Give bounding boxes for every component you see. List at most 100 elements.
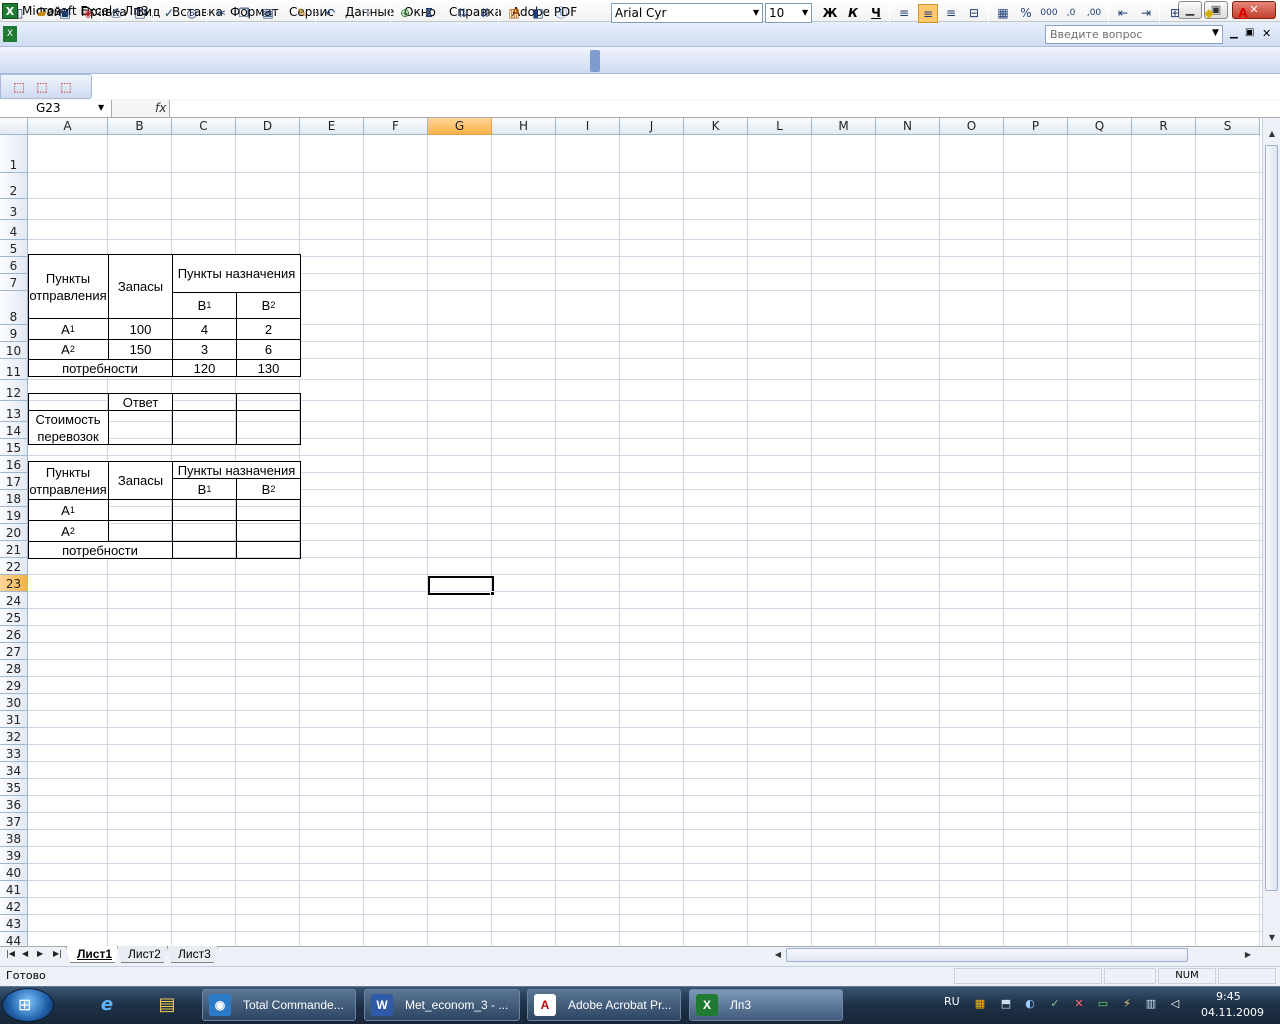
row-header-5[interactable]: 5: [0, 240, 28, 257]
column-header-s[interactable]: S: [1196, 118, 1260, 135]
hyperlink-icon[interactable]: ⊕: [395, 4, 415, 23]
tray-security-icon[interactable]: ✕: [1071, 996, 1087, 1012]
row-header-29[interactable]: 29: [0, 677, 28, 694]
formula-input[interactable]: [169, 100, 1280, 117]
row-header-25[interactable]: 25: [0, 609, 28, 626]
active-cell[interactable]: [428, 576, 494, 595]
column-header-n[interactable]: N: [876, 118, 940, 135]
cell-a1[interactable]: Пункты отправления: [28, 255, 108, 318]
taskbar-excel[interactable]: X Лп3: [689, 989, 843, 1021]
row-header-30[interactable]: 30: [0, 694, 28, 711]
thousands-button[interactable]: 000: [1039, 4, 1059, 23]
row-header-19[interactable]: 19: [0, 507, 28, 524]
cell-b4[interactable]: 150: [109, 340, 172, 359]
row-header-26[interactable]: 26: [0, 626, 28, 643]
column-header-g[interactable]: G: [428, 118, 492, 135]
row-header-6[interactable]: 6: [0, 257, 28, 274]
cell-d4[interactable]: 6: [237, 340, 300, 359]
cell-a13[interactable]: A2: [28, 521, 108, 541]
column-header-b[interactable]: B: [108, 118, 172, 135]
cell-a14[interactable]: потребности: [28, 542, 172, 558]
column-header-f[interactable]: F: [364, 118, 428, 135]
cell-c3[interactable]: 4: [173, 319, 236, 339]
chevron-down-icon[interactable]: ▼: [1212, 28, 1219, 38]
row-header-37[interactable]: 37: [0, 813, 28, 830]
column-header-q[interactable]: Q: [1068, 118, 1132, 135]
permission-icon[interactable]: ◈: [78, 4, 98, 23]
pdf-review-icon[interactable]: ⬚: [56, 78, 76, 97]
row-header-9[interactable]: 9: [0, 325, 28, 342]
language-indicator[interactable]: RU: [944, 995, 960, 1008]
chevron-down-icon[interactable]: ▼: [98, 103, 104, 112]
cell-c2[interactable]: B1: [173, 293, 236, 318]
cell-b3[interactable]: 100: [109, 319, 172, 339]
tray-power-icon[interactable]: ⚡: [1119, 996, 1135, 1012]
format-painter-icon[interactable]: ✎: [292, 4, 312, 23]
chart-wizard-icon[interactable]: ▥: [504, 4, 524, 23]
sheet-tab-1[interactable]: Лист1: [66, 946, 120, 963]
horizontal-scroll-thumb[interactable]: [786, 948, 1188, 962]
row-header-11[interactable]: 11: [0, 359, 28, 380]
scroll-up-icon[interactable]: ▲: [1265, 127, 1279, 141]
paste-icon[interactable]: ▤: [258, 4, 278, 23]
column-header-l[interactable]: L: [748, 118, 812, 135]
row-header-43[interactable]: 43: [0, 915, 28, 932]
cell-b1[interactable]: Запасы: [109, 255, 172, 318]
row-header-4[interactable]: 4: [0, 220, 28, 240]
fill-color-icon[interactable]: ◆: [1199, 4, 1219, 23]
cell-a8[interactable]: Стоимость перевозок: [28, 411, 108, 444]
column-header-j[interactable]: J: [620, 118, 684, 135]
autosum-icon[interactable]: Σ: [419, 4, 439, 23]
chevron-down-icon[interactable]: ▼: [802, 8, 808, 17]
cell-d5[interactable]: 130: [237, 360, 300, 376]
row-header-24[interactable]: 24: [0, 592, 28, 609]
row-header-17[interactable]: 17: [0, 473, 28, 490]
tray-connection-icon[interactable]: ▥: [1143, 996, 1159, 1012]
print-preview-icon[interactable]: ◰: [130, 4, 150, 23]
decrease-decimal-button[interactable]: ,00: [1084, 4, 1104, 23]
chevron-down-icon[interactable]: ▼: [753, 8, 759, 17]
row-header-31[interactable]: 31: [0, 711, 28, 728]
document-icon[interactable]: X: [3, 26, 17, 42]
align-right-icon[interactable]: ≡: [941, 4, 961, 23]
cell-a12[interactable]: A1: [28, 500, 108, 520]
column-header-i[interactable]: I: [556, 118, 620, 135]
column-header-c[interactable]: C: [172, 118, 236, 135]
sheet-tab-3[interactable]: Лист3: [167, 946, 218, 963]
clock-date[interactable]: 04.11.2009: [1201, 1006, 1264, 1019]
row-header-42[interactable]: 42: [0, 898, 28, 915]
row-header-39[interactable]: 39: [0, 847, 28, 864]
column-header-m[interactable]: M: [812, 118, 876, 135]
tray-device-icon[interactable]: ⬒: [998, 996, 1014, 1012]
fx-icon[interactable]: fx: [155, 101, 166, 115]
redo-icon[interactable]: ↷: [356, 4, 376, 23]
tray-battery-icon[interactable]: ▭: [1095, 996, 1111, 1012]
tray-network-icon[interactable]: ◐: [1022, 996, 1038, 1012]
borders-icon[interactable]: ⊞: [1165, 4, 1185, 23]
cell-c11[interactable]: B1: [173, 479, 236, 499]
doc-minimize-button[interactable]: ▁: [1230, 28, 1238, 39]
cell-a3[interactable]: A1: [28, 319, 108, 339]
row-header-33[interactable]: 33: [0, 745, 28, 762]
drawing-icon[interactable]: ◧: [528, 4, 548, 23]
sheet-tab-2[interactable]: Лист2: [117, 946, 168, 963]
row-header-18[interactable]: 18: [0, 490, 28, 507]
row-header-3[interactable]: 3: [0, 199, 28, 220]
save-icon[interactable]: ▣: [55, 4, 75, 23]
percent-button[interactable]: %: [1016, 4, 1036, 23]
row-header-7[interactable]: 7: [0, 274, 28, 291]
cell-c1[interactable]: Пункты назначения: [173, 255, 300, 292]
last-sheet-icon[interactable]: ▶|: [53, 949, 62, 958]
first-sheet-icon[interactable]: |◀: [6, 949, 15, 958]
select-all-corner[interactable]: [0, 118, 28, 135]
row-header-13[interactable]: 13: [0, 401, 28, 422]
volume-icon[interactable]: ◁: [1167, 996, 1183, 1012]
currency-icon[interactable]: ▦: [993, 4, 1013, 23]
row-header-8[interactable]: 8: [0, 291, 28, 325]
underline-button[interactable]: Ч: [866, 4, 886, 23]
doc-restore-button[interactable]: ▣: [1245, 27, 1254, 38]
pdf-email-icon[interactable]: ⬚: [32, 78, 52, 97]
column-header-r[interactable]: R: [1132, 118, 1196, 135]
cell-d2[interactable]: B2: [237, 293, 300, 318]
taskbar-total-commander[interactable]: ◉ Total Commande...: [202, 989, 356, 1021]
